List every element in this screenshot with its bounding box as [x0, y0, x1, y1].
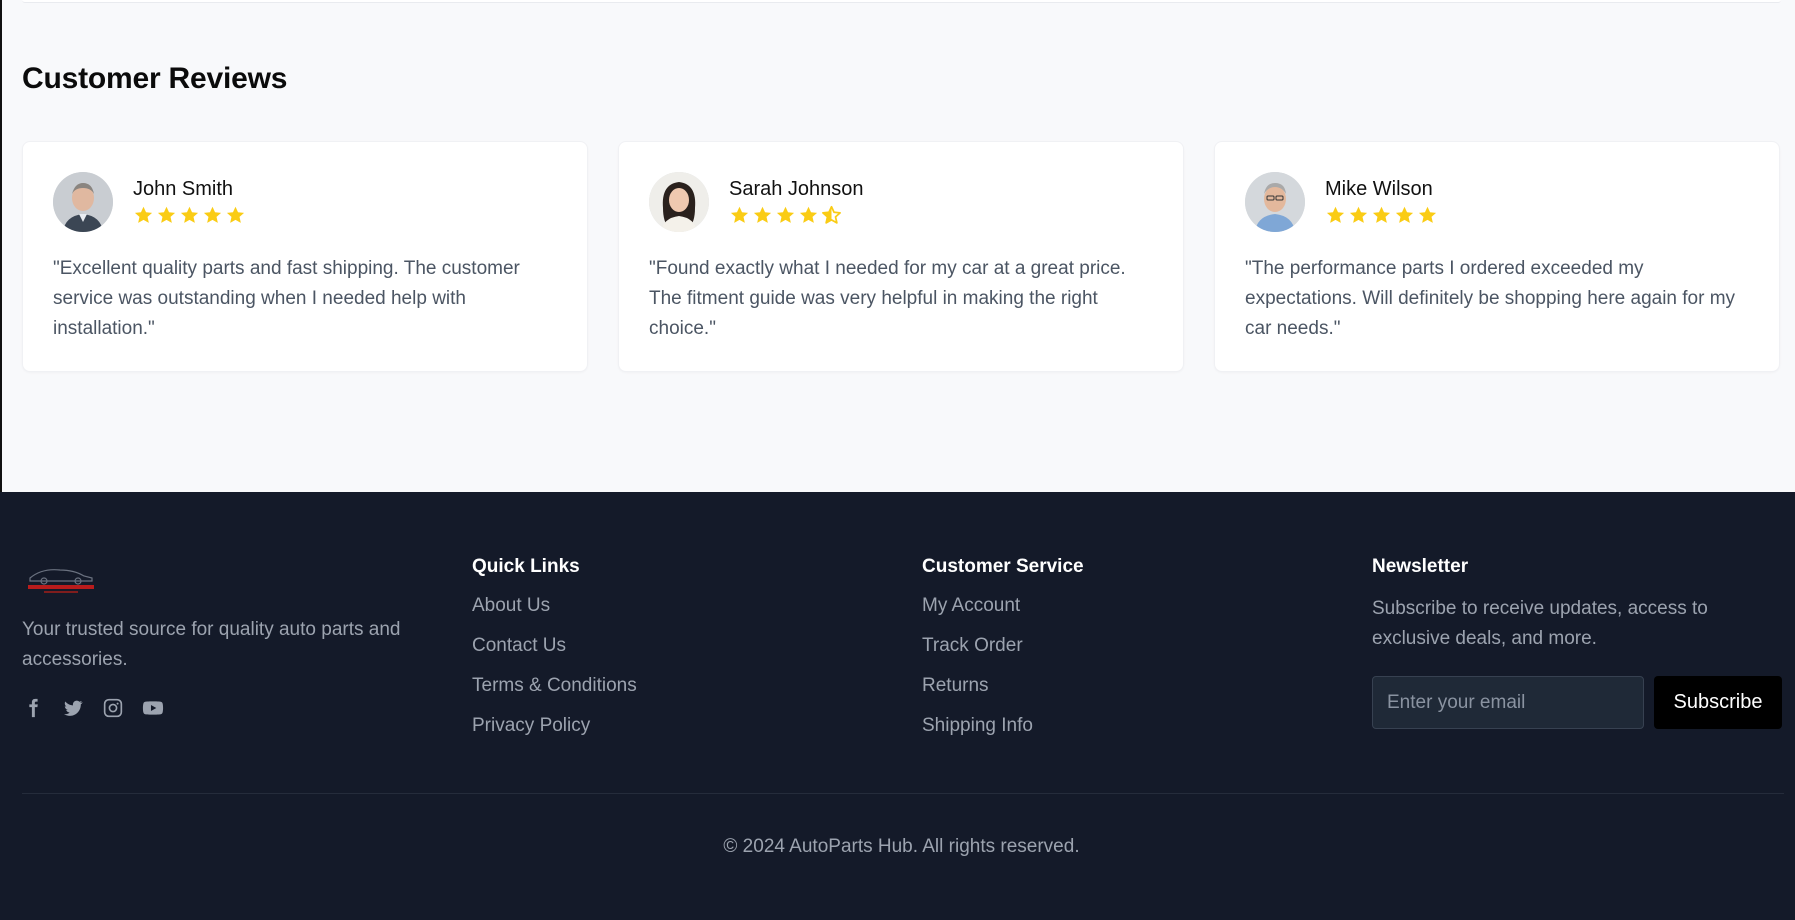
avatar-mike-wilson [1245, 172, 1305, 232]
avatar [649, 172, 709, 232]
link-terms-conditions[interactable]: Terms & Conditions [472, 676, 637, 696]
half-star-icon [822, 205, 841, 224]
customer-service-links: Customer Service My Account Track Order … [922, 556, 1084, 756]
instagram-icon[interactable] [102, 697, 124, 719]
link-contact-us[interactable]: Contact Us [472, 636, 637, 656]
copyright: © 2024 AutoParts Hub. All rights reserve… [723, 836, 1080, 857]
site-footer: Your trusted source for quality auto par… [0, 492, 1795, 920]
review-card: John Smith "Excellent quality parts and … [22, 141, 588, 372]
review-card: Mike Wilson "The performance parts I ord… [1214, 141, 1780, 372]
link-returns[interactable]: Returns [922, 676, 1084, 696]
footer-brand: Your trusted source for quality auto par… [22, 562, 442, 719]
proparts-direct-logo[interactable] [22, 562, 98, 596]
avatar [53, 172, 113, 232]
footer-divider [22, 793, 1784, 794]
link-about-us[interactable]: About Us [472, 596, 637, 616]
star-icon [730, 206, 749, 223]
review-text: "The performance parts I ordered exceede… [1245, 258, 1736, 339]
star-icon [753, 206, 772, 223]
customer-service-heading: Customer Service [922, 556, 1084, 577]
customer-reviews-section: Customer Reviews John Smith "Excellent q… [0, 0, 1795, 492]
review-header: Sarah Johnson [649, 172, 1153, 232]
reviews-heading: Customer Reviews [22, 62, 288, 95]
link-my-account[interactable]: My Account [922, 596, 1084, 616]
link-track-order[interactable]: Track Order [922, 636, 1084, 656]
star-icon [1326, 206, 1345, 223]
star-rating [1325, 205, 1438, 226]
social-links [22, 697, 442, 719]
reviewer-name: John Smith [133, 178, 234, 200]
twitter-icon[interactable] [62, 697, 84, 719]
review-header: John Smith [53, 172, 557, 232]
star-icon [180, 206, 199, 223]
star-icon [1395, 206, 1414, 223]
quick-links-heading: Quick Links [472, 556, 580, 577]
reviewer-info: Mike Wilson [1325, 178, 1438, 226]
youtube-icon[interactable] [142, 697, 164, 719]
star-rating [729, 205, 864, 226]
newsletter-description: Subscribe to receive updates, access to … [1372, 598, 1708, 649]
quick-links: Quick Links About Us Contact Us Terms & … [472, 556, 637, 756]
reviewer-name: Sarah Johnson [729, 178, 864, 200]
star-icon [157, 206, 176, 223]
star-icon [1372, 206, 1391, 223]
review-card: Sarah Johnson "Found exactly what I need… [618, 141, 1184, 372]
star-rating [133, 205, 246, 226]
star-icon [799, 206, 818, 223]
star-icon [1418, 206, 1437, 223]
review-text: "Excellent quality parts and fast shippi… [53, 258, 520, 339]
footer-tagline: Your trusted source for quality auto par… [22, 619, 401, 670]
avatar-sarah-johnson [649, 172, 709, 232]
review-cards: John Smith "Excellent quality parts and … [22, 141, 1780, 372]
newsletter-heading: Newsletter [1372, 556, 1469, 577]
newsletter-form: Subscribe [1372, 676, 1784, 729]
star-icon [134, 206, 153, 223]
reviewer-info: John Smith [133, 178, 246, 226]
facebook-icon[interactable] [22, 697, 44, 719]
newsletter-email-input[interactable] [1372, 676, 1644, 729]
star-icon [1349, 206, 1368, 223]
star-icon [203, 206, 222, 223]
reviewer-info: Sarah Johnson [729, 178, 864, 226]
link-privacy-policy[interactable]: Privacy Policy [472, 716, 637, 736]
star-icon [776, 206, 795, 223]
reviewer-name: Mike Wilson [1325, 178, 1433, 200]
link-shipping-info[interactable]: Shipping Info [922, 716, 1084, 736]
avatar-john-smith [53, 172, 113, 232]
star-icon [226, 206, 245, 223]
avatar [1245, 172, 1305, 232]
newsletter: Newsletter Subscribe to receive updates,… [1372, 556, 1784, 729]
subscribe-button[interactable]: Subscribe [1654, 676, 1782, 729]
review-text: "Found exactly what I needed for my car … [649, 258, 1126, 339]
review-header: Mike Wilson [1245, 172, 1749, 232]
